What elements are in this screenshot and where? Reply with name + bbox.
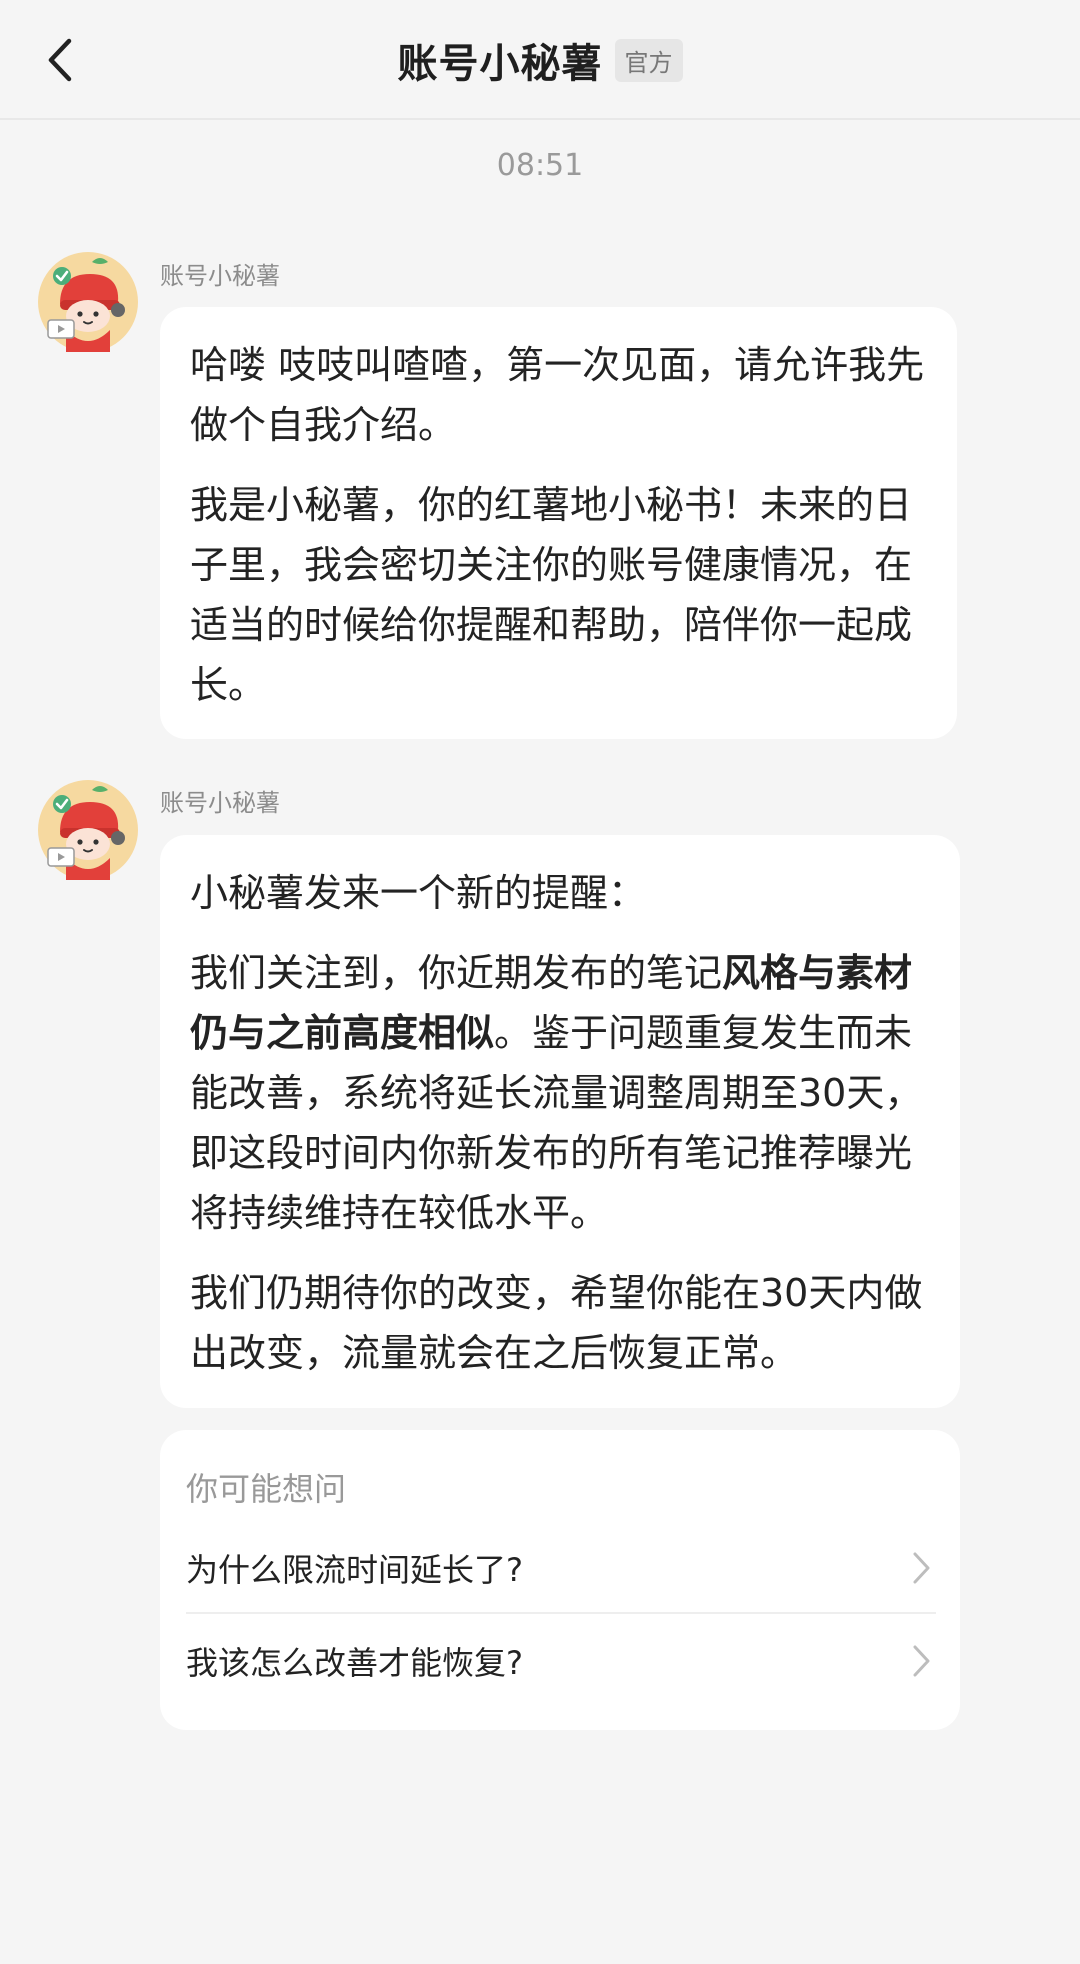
sender-avatar[interactable] (38, 252, 138, 352)
official-badge: 官方 (614, 38, 683, 82)
back-button[interactable] (30, 30, 90, 90)
message-paragraph: 我们关注到，你近期发布的笔记风格与素材仍与之前高度相似。鉴于问题重复发生而未能改… (190, 943, 930, 1243)
sender-avatar[interactable] (38, 780, 138, 880)
message-paragraph: 我们仍期待你的改变，希望你能在30天内做出改变，流量就会在之后恢复正常。 (190, 1271, 923, 1375)
faq-item[interactable]: 为什么限流时间延长了? (186, 1524, 936, 1614)
header-bar: 账号小秘薯 官方 (0, 0, 1080, 120)
faq-card: 你可能想问 为什么限流时间延长了? 我该怎么改善才能恢复? (160, 1430, 960, 1730)
chevron-right-icon (906, 1548, 936, 1588)
message-timestamp: 08:51 (496, 148, 584, 183)
message-text: 我们关注到，你近期发布的笔记 (190, 951, 723, 995)
faq-item-label: 我该怎么改善才能恢复? (186, 1644, 523, 1682)
message-paragraph: 哈喽 吱吱叫喳喳，第一次见面，请允许我先做个自我介绍。 (190, 343, 925, 447)
chevron-right-icon (906, 1641, 936, 1681)
message-bubble: 哈喽 吱吱叫喳喳，第一次见面，请允许我先做个自我介绍。 我是小秘薯，你的红薯地小… (160, 307, 957, 739)
mascot-avatar-icon (38, 252, 138, 352)
faq-item-label: 为什么限流时间延长了? (186, 1551, 523, 1589)
message-paragraph: 我是小秘薯，你的红薯地小秘书！未来的日子里，我会密切关注你的账号健康情况，在适当… (190, 483, 913, 707)
faq-item[interactable]: 我该怎么改善才能恢复? (186, 1616, 936, 1706)
sender-name: 账号小秘薯 (160, 262, 280, 290)
mascot-avatar-icon (38, 780, 138, 880)
chevron-left-icon (48, 38, 72, 82)
message-bubble: 小秘薯发来一个新的提醒： 我们关注到，你近期发布的笔记风格与素材仍与之前高度相似… (160, 835, 960, 1408)
page-title: 账号小秘薯 (397, 41, 603, 87)
faq-title: 你可能想问 (186, 1470, 347, 1508)
header-title-group: 账号小秘薯 官方 (0, 0, 1080, 120)
sender-name: 账号小秘薯 (160, 789, 280, 817)
message-paragraph: 小秘薯发来一个新的提醒： (190, 871, 647, 915)
